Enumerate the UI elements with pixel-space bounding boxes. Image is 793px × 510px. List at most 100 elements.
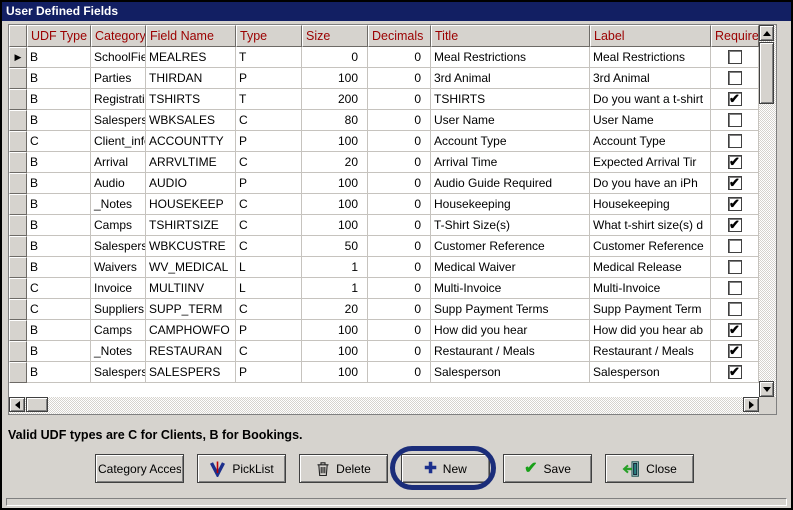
cell-title[interactable]: T-Shirt Size(s) — [431, 215, 590, 236]
cell-decimals[interactable]: 0 — [368, 236, 431, 257]
cell-title[interactable]: Supp Payment Terms — [431, 299, 590, 320]
horizontal-scroll-thumb[interactable] — [26, 397, 48, 412]
required-checkbox[interactable] — [727, 281, 742, 295]
cell-label[interactable]: What t-shirt size(s) d — [590, 215, 711, 236]
cell-field-name[interactable]: WBKSALES — [146, 110, 236, 131]
cell-decimals[interactable]: 0 — [368, 47, 431, 68]
required-checkbox[interactable] — [727, 302, 742, 316]
cell-field-name[interactable]: AUDIO — [146, 173, 236, 194]
cell-type[interactable]: P — [236, 68, 302, 89]
cell-udf-type[interactable]: B — [27, 320, 91, 341]
close-button[interactable]: Close — [605, 454, 694, 483]
row-selector[interactable] — [9, 362, 27, 383]
cell-category[interactable]: Suppliers — [91, 299, 146, 320]
cell-type[interactable]: C — [236, 152, 302, 173]
cell-title[interactable]: Customer Reference — [431, 236, 590, 257]
row-selector[interactable] — [9, 215, 27, 236]
cell-field-name[interactable]: HOUSEKEEP — [146, 194, 236, 215]
row-selector[interactable] — [9, 68, 27, 89]
picklist-button[interactable]: PickList — [197, 454, 286, 483]
table-row[interactable]: B _Notes RESTAURAN C 100 0 Restaurant / Meals R… — [9, 341, 776, 362]
required-checkbox[interactable]: ✔ — [727, 155, 742, 169]
table-row[interactable]: B _Notes HOUSEKEEP C 100 0 Housekeeping Houseke… — [9, 194, 776, 215]
cell-udf-type[interactable]: B — [27, 152, 91, 173]
table-row[interactable]: B Waivers WV_MEDICAL L 1 0 Medical Waiver Medic… — [9, 257, 776, 278]
cell-required[interactable] — [711, 257, 759, 278]
cell-type[interactable]: P — [236, 362, 302, 383]
cell-field-name[interactable]: WBKCUSTRE — [146, 236, 236, 257]
cell-label[interactable]: Meal Restrictions — [590, 47, 711, 68]
cell-title[interactable]: Multi-Invoice — [431, 278, 590, 299]
cell-required[interactable] — [711, 68, 759, 89]
cell-category[interactable]: Salespers — [91, 362, 146, 383]
row-selector[interactable] — [9, 341, 27, 362]
cell-title[interactable]: Housekeeping — [431, 194, 590, 215]
cell-type[interactable]: C — [236, 236, 302, 257]
cell-size[interactable]: 100 — [302, 173, 368, 194]
cell-category[interactable]: Camps — [91, 320, 146, 341]
cell-decimals[interactable]: 0 — [368, 215, 431, 236]
row-selector[interactable] — [9, 110, 27, 131]
cell-title[interactable]: Meal Restrictions — [431, 47, 590, 68]
cell-label[interactable]: How did you hear ab — [590, 320, 711, 341]
cell-title[interactable]: Arrival Time — [431, 152, 590, 173]
cell-title[interactable]: Restaurant / Meals — [431, 341, 590, 362]
cell-type[interactable]: C — [236, 299, 302, 320]
horizontal-scrollbar[interactable] — [9, 397, 759, 414]
cell-size[interactable]: 20 — [302, 299, 368, 320]
cell-size[interactable]: 1 — [302, 278, 368, 299]
row-selector[interactable] — [9, 299, 27, 320]
required-checkbox[interactable] — [727, 260, 742, 274]
cell-required[interactable] — [711, 278, 759, 299]
cell-size[interactable]: 100 — [302, 194, 368, 215]
cell-size[interactable]: 20 — [302, 152, 368, 173]
column-header-category[interactable]: Category — [91, 25, 146, 47]
cell-decimals[interactable]: 0 — [368, 257, 431, 278]
cell-size[interactable]: 100 — [302, 320, 368, 341]
column-header-decimals[interactable]: Decimals — [368, 25, 431, 47]
cell-required[interactable]: ✔ — [711, 173, 759, 194]
cell-size[interactable]: 200 — [302, 89, 368, 110]
cell-required[interactable]: ✔ — [711, 194, 759, 215]
save-button[interactable]: ✔ Save — [503, 454, 592, 483]
table-row[interactable]: C Invoice MULTIINV L 1 0 Multi-Invoice Multi-In… — [9, 278, 776, 299]
cell-category[interactable]: Registratic — [91, 89, 146, 110]
cell-decimals[interactable]: 0 — [368, 110, 431, 131]
cell-label[interactable]: Housekeeping — [590, 194, 711, 215]
cell-category[interactable]: _Notes — [91, 194, 146, 215]
cell-decimals[interactable]: 0 — [368, 131, 431, 152]
cell-udf-type[interactable]: B — [27, 215, 91, 236]
cell-size[interactable]: 1 — [302, 257, 368, 278]
table-row[interactable]: B Audio AUDIO P 100 0 Audio Guide Required Do y… — [9, 173, 776, 194]
cell-size[interactable]: 80 — [302, 110, 368, 131]
cell-category[interactable]: Invoice — [91, 278, 146, 299]
row-selector[interactable] — [9, 257, 27, 278]
row-selector[interactable] — [9, 173, 27, 194]
cell-type[interactable]: P — [236, 173, 302, 194]
cell-title[interactable]: TSHIRTS — [431, 89, 590, 110]
column-header-type[interactable]: Type — [236, 25, 302, 47]
cell-category[interactable]: Audio — [91, 173, 146, 194]
table-row[interactable]: B Camps CAMPHOWFO P 100 0 How did you hear How … — [9, 320, 776, 341]
cell-size[interactable]: 50 — [302, 236, 368, 257]
required-checkbox[interactable]: ✔ — [727, 197, 742, 211]
cell-category[interactable]: Waivers — [91, 257, 146, 278]
cell-category[interactable]: _Notes — [91, 341, 146, 362]
cell-label[interactable]: Account Type — [590, 131, 711, 152]
cell-decimals[interactable]: 0 — [368, 173, 431, 194]
row-selector[interactable] — [9, 131, 27, 152]
table-row[interactable]: C Suppliers SUPP_TERM C 20 0 Supp Payment Term… — [9, 299, 776, 320]
cell-type[interactable]: C — [236, 215, 302, 236]
cell-category[interactable]: Arrival — [91, 152, 146, 173]
required-checkbox[interactable]: ✔ — [727, 365, 742, 379]
cell-label[interactable]: Restaurant / Meals — [590, 341, 711, 362]
cell-label[interactable]: Customer Reference — [590, 236, 711, 257]
cell-category[interactable]: Salespers — [91, 236, 146, 257]
cell-decimals[interactable]: 0 — [368, 89, 431, 110]
column-header-title[interactable]: Title — [431, 25, 590, 47]
cell-udf-type[interactable]: B — [27, 68, 91, 89]
cell-field-name[interactable]: MULTIINV — [146, 278, 236, 299]
required-checkbox[interactable] — [727, 113, 742, 127]
cell-type[interactable]: C — [236, 341, 302, 362]
cell-field-name[interactable]: WV_MEDICAL — [146, 257, 236, 278]
